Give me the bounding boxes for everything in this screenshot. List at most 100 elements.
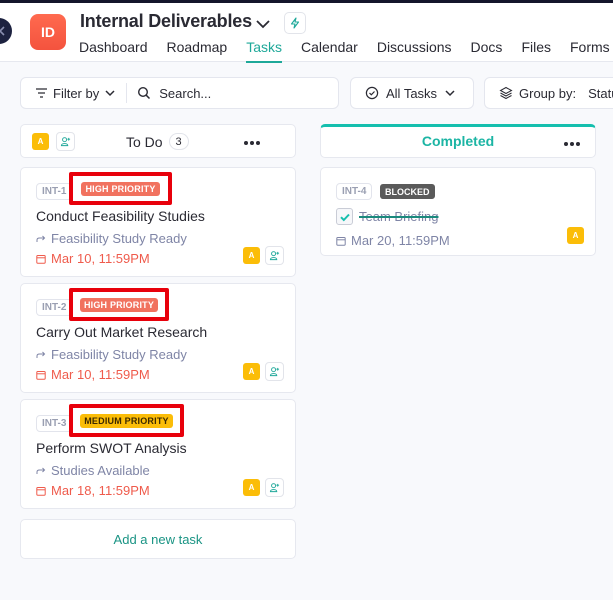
add-user-icon xyxy=(269,367,280,377)
add-user-icon xyxy=(60,137,71,147)
group-by-value: Status xyxy=(588,85,613,101)
assign-user-button[interactable] xyxy=(265,362,284,381)
project-avatar[interactable]: ID xyxy=(30,14,66,50)
group-by-label: Group by: xyxy=(519,85,577,101)
completed-column-more-button[interactable] xyxy=(563,133,581,151)
task-id: INT-1 xyxy=(36,183,73,200)
task-due-date[interactable]: Mar 18, 11:59PM xyxy=(36,483,150,498)
task-dependency: Studies Available xyxy=(36,463,150,478)
task-title[interactable]: Team Briefing xyxy=(359,209,438,224)
project-title[interactable]: Internal Deliverables xyxy=(80,11,252,32)
priority-highlight: HIGH PRIORITY xyxy=(69,172,172,205)
task-title[interactable]: Perform SWOT Analysis xyxy=(36,440,187,456)
dependency-label: Studies Available xyxy=(51,463,150,478)
tab-calendar[interactable]: Calendar xyxy=(301,39,358,63)
assignee-avatar[interactable]: A xyxy=(243,479,260,496)
task-dependency: Feasibility Study Ready xyxy=(36,231,187,246)
filter-by-button[interactable]: Filter by xyxy=(21,78,116,108)
completed-column-header: Completed xyxy=(320,124,596,158)
todo-column-more-button[interactable] xyxy=(243,132,261,150)
dot xyxy=(576,142,580,146)
due-date-label: Mar 20, 11:59PM xyxy=(351,233,450,248)
task-dependency: Feasibility Study Ready xyxy=(36,347,187,362)
task-card[interactable]: INT-4 BLOCKED Team Briefing Mar 20, 11:5… xyxy=(320,167,596,256)
completed-column-title-wrap: Completed xyxy=(321,133,595,151)
todo-column-header: A To Do 3 xyxy=(20,124,296,158)
calendar-icon xyxy=(36,486,46,496)
collapse-sidebar-button[interactable] xyxy=(0,18,12,44)
priority-badge: HIGH PRIORITY xyxy=(81,181,160,196)
add-user-icon xyxy=(269,483,280,493)
tab-dashboard[interactable]: Dashboard xyxy=(79,39,148,63)
task-assignees: A xyxy=(243,478,284,497)
task-title[interactable]: Conduct Feasibility Studies xyxy=(36,208,205,224)
add-new-task-button[interactable]: Add a new task xyxy=(20,519,296,559)
dependency-arrow-icon xyxy=(36,351,46,358)
filter-by-label: Filter by xyxy=(53,85,100,101)
project-header: ID Internal Deliverables Dashboard Roadm… xyxy=(0,3,613,63)
dependency-arrow-icon xyxy=(36,467,46,474)
task-card[interactable]: INT-2 HIGH PRIORITY Carry Out Market Res… xyxy=(20,283,296,393)
completed-column-title: Completed xyxy=(421,133,495,149)
task-card[interactable]: INT-1 HIGH PRIORITY Conduct Feasibility … xyxy=(20,167,296,277)
task-due-date[interactable]: Mar 10, 11:59PM xyxy=(36,251,150,266)
column-assignee-avatar[interactable]: A xyxy=(32,133,49,150)
column-assign-button[interactable] xyxy=(56,132,75,151)
search-icon xyxy=(138,86,151,100)
search-input[interactable] xyxy=(159,85,310,101)
project-nav-tabs: Dashboard Roadmap Tasks Calendar Discuss… xyxy=(79,39,613,63)
calendar-icon xyxy=(36,254,46,264)
due-date-label: Mar 10, 11:59PM xyxy=(51,367,150,382)
task-id: INT-4 xyxy=(336,183,373,200)
priority-highlight: MEDIUM PRIORITY xyxy=(69,404,184,437)
assignee-avatar[interactable]: A xyxy=(243,363,260,380)
toolbar-divider xyxy=(126,83,128,103)
dot xyxy=(256,141,260,145)
task-due-date[interactable]: Mar 20, 11:59PM xyxy=(336,233,450,248)
calendar-icon xyxy=(336,236,346,246)
task-title[interactable]: Carry Out Market Research xyxy=(36,324,207,340)
todo-column-title: To Do xyxy=(126,133,163,150)
task-complete-checkbox[interactable] xyxy=(336,208,353,225)
assign-user-button[interactable] xyxy=(265,246,284,265)
task-assignees: A xyxy=(567,227,584,244)
automations-button[interactable] xyxy=(284,12,306,34)
dependency-label: Feasibility Study Ready xyxy=(51,231,187,246)
priority-badge: HIGH PRIORITY xyxy=(79,297,159,312)
chevron-down-icon[interactable] xyxy=(255,16,271,32)
search-field xyxy=(137,85,338,101)
dependency-label: Feasibility Study Ready xyxy=(51,347,187,362)
due-date-label: Mar 10, 11:59PM xyxy=(51,251,150,266)
tab-files[interactable]: Files xyxy=(521,39,551,63)
task-assignees: A xyxy=(243,246,284,265)
task-card[interactable]: INT-3 MEDIUM PRIORITY Perform SWOT Analy… xyxy=(20,399,296,509)
filter-icon xyxy=(36,88,47,98)
tab-discussions[interactable]: Discussions xyxy=(377,39,452,63)
priority-highlight: HIGH PRIORITY xyxy=(69,288,169,321)
assignee-avatar[interactable]: A xyxy=(243,247,260,264)
task-assignees: A xyxy=(243,362,284,381)
dot xyxy=(564,142,568,146)
assignee-avatar[interactable]: A xyxy=(567,227,584,244)
tab-tasks[interactable]: Tasks xyxy=(246,39,282,63)
task-id: INT-3 xyxy=(36,415,73,432)
due-date-label: Mar 18, 11:59PM xyxy=(51,483,150,498)
lightning-bolt-icon xyxy=(290,17,300,29)
add-user-icon xyxy=(269,251,280,261)
chevron-down-icon xyxy=(445,90,455,97)
blocked-badge: BLOCKED xyxy=(380,184,435,199)
tab-roadmap[interactable]: Roadmap xyxy=(167,39,228,63)
task-id: INT-2 xyxy=(36,299,73,316)
task-view-dropdown[interactable]: All Tasks xyxy=(350,77,474,109)
chevron-left-icon xyxy=(0,26,5,36)
tab-forms[interactable]: Forms xyxy=(570,39,610,63)
group-by-dropdown[interactable]: Group by: Status xyxy=(484,77,613,109)
task-due-date[interactable]: Mar 10, 11:59PM xyxy=(36,367,150,382)
priority-badge: MEDIUM PRIORITY xyxy=(80,413,173,428)
todo-count-badge: 3 xyxy=(168,133,189,150)
tab-docs[interactable]: Docs xyxy=(471,39,503,63)
dependency-arrow-icon xyxy=(36,235,46,242)
assign-user-button[interactable] xyxy=(265,478,284,497)
dot xyxy=(244,141,248,145)
dot xyxy=(250,141,254,145)
